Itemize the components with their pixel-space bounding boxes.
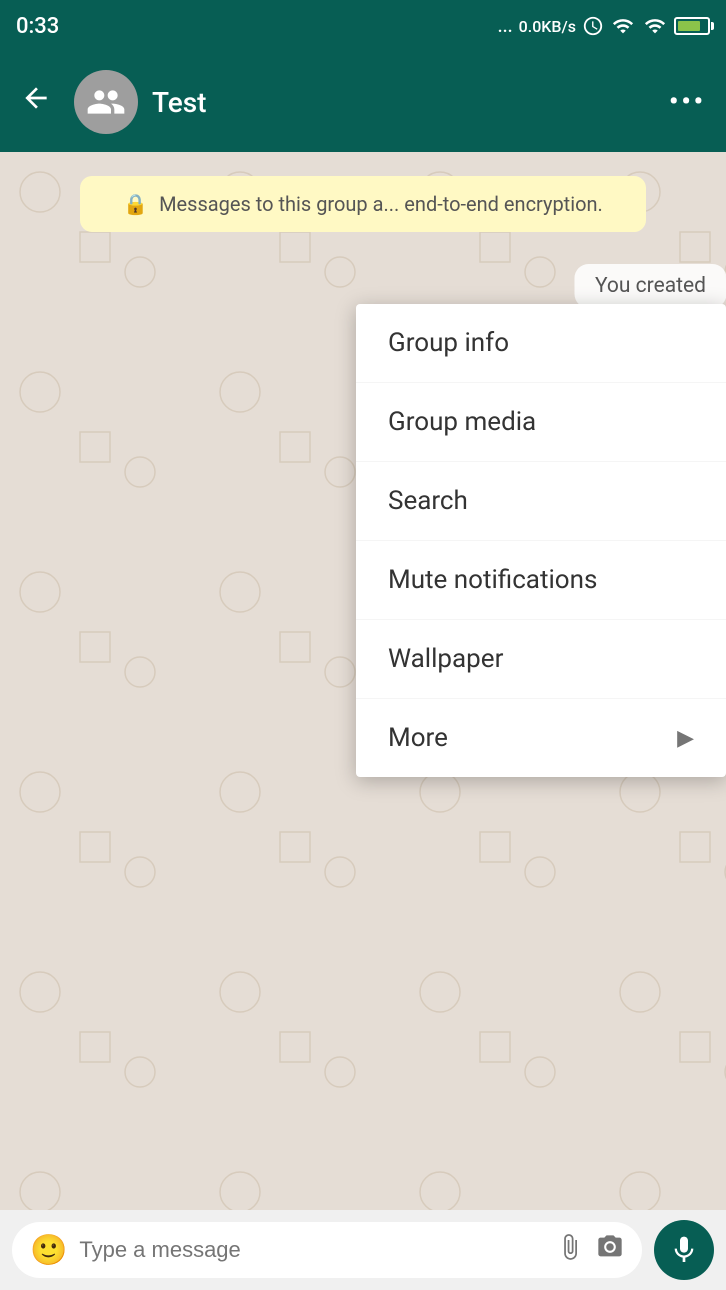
status-bar-right: ... 0.0KB/s [498,15,710,37]
back-button[interactable] [12,74,60,130]
menu-item-label-group-info: Group info [388,328,509,358]
menu-item-more[interactable]: More ▶ [356,699,726,777]
chat-area: 🔒 Messages to this group a... end-to-end… [0,152,726,1210]
system-message-wrapper: You created [0,248,726,308]
time: 0:33 [16,14,59,39]
clock-icon [582,15,604,37]
dropdown-menu: Group info Group media Search Mute notifica… [356,304,726,777]
signal-icon [610,15,636,37]
mic-button[interactable] [654,1220,714,1280]
toolbar-actions: ••• [661,79,714,125]
menu-item-group-media[interactable]: Group media [356,383,726,462]
camera-button[interactable] [596,1233,624,1268]
menu-item-label-wallpaper: Wallpaper [388,644,503,674]
network-dots: ... [498,16,513,37]
battery-icon [674,17,710,35]
group-avatar-icon [86,82,126,122]
message-input[interactable] [79,1237,544,1263]
mic-icon [668,1234,700,1266]
status-bar-left: 0:33 [16,14,59,39]
menu-item-mute-notifications[interactable]: Mute notifications [356,541,726,620]
input-bar: 🙂 [0,1210,726,1290]
menu-item-search[interactable]: Search [356,462,726,541]
menu-item-group-info[interactable]: Group info [356,304,726,383]
menu-item-wallpaper[interactable]: Wallpaper [356,620,726,699]
network-speed: 0.0KB/s [519,17,576,36]
menu-item-label-search: Search [388,486,468,516]
attach-button[interactable] [556,1233,584,1268]
menu-item-label-mute-notifications: Mute notifications [388,565,597,595]
wifi-icon [642,15,668,37]
toolbar: Test ••• [0,52,726,152]
battery-fill [678,21,700,31]
status-bar: 0:33 ... 0.0KB/s [0,0,726,52]
avatar[interactable] [74,70,138,134]
more-options-button[interactable]: ••• [661,79,714,125]
menu-item-label-more: More [388,723,448,753]
menu-item-label-group-media: Group media [388,407,536,437]
system-message: You created [575,264,726,308]
encryption-notice: 🔒 Messages to this group a... end-to-end… [80,176,646,232]
input-wrap: 🙂 [12,1222,642,1278]
encryption-text: Messages to this group a... end-to-end e… [159,192,603,216]
emoji-button[interactable]: 🙂 [30,1233,67,1268]
menu-item-arrow-more: ▶ [677,726,694,751]
chat-title: Test [152,86,647,119]
lock-icon: 🔒 [123,192,148,216]
